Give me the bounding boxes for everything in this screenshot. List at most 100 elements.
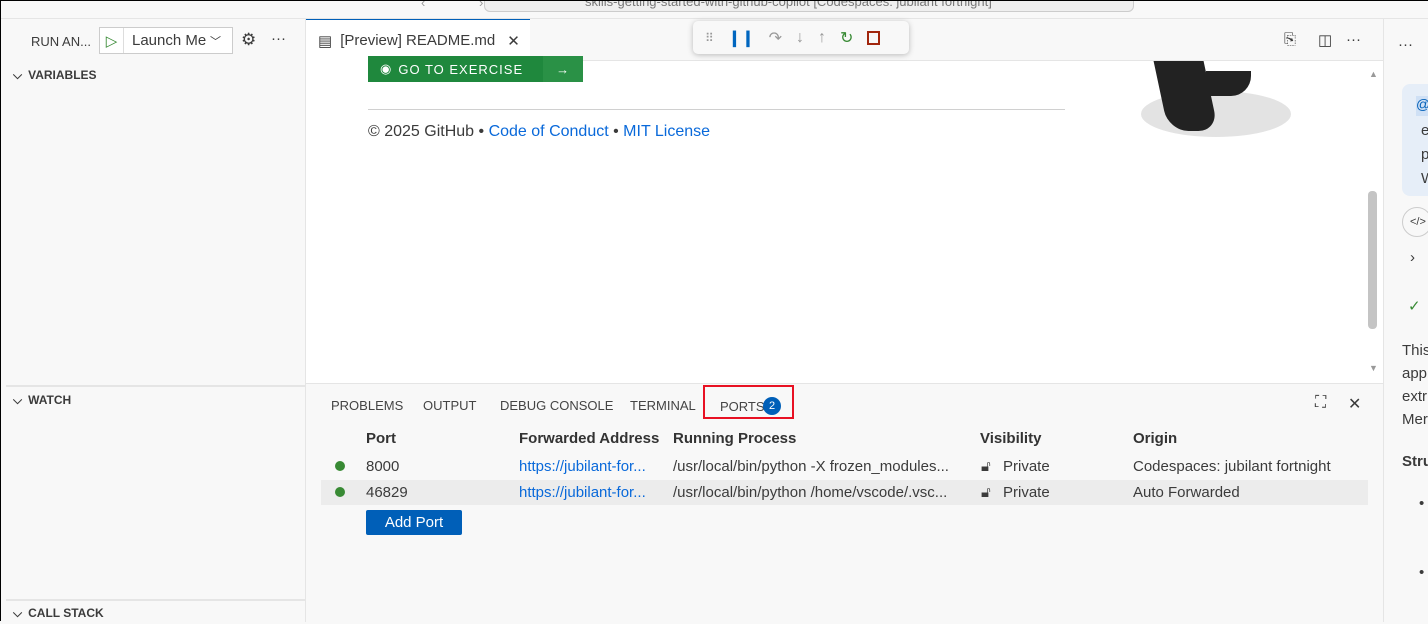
launch-config-select[interactable]: ▷ Launch Me ﹀ xyxy=(99,27,233,54)
tab-terminal[interactable]: TERMINAL xyxy=(630,398,696,413)
status-running-icon xyxy=(335,487,345,497)
forwarded-address-link[interactable]: https://jubilant-for... xyxy=(519,484,646,501)
variables-header: VARIABLES xyxy=(28,68,97,82)
running-process: /usr/local/bin/python -X frozen_modules.… xyxy=(673,458,949,475)
pause-icon[interactable]: ❙❙ xyxy=(728,28,755,48)
launch-config-label: Launch Me xyxy=(132,32,207,49)
add-port-button[interactable]: Add Port xyxy=(366,510,462,535)
gear-icon[interactable]: ⚙ xyxy=(241,30,256,50)
copyright-text: © 2025 GitHub • xyxy=(368,123,485,140)
variables-section[interactable]: ⌵ VARIABLES xyxy=(1,64,305,86)
horizontal-rule xyxy=(368,109,1065,110)
preview-icon: ▤ xyxy=(318,32,333,50)
divider xyxy=(6,599,305,601)
divider xyxy=(6,385,305,387)
scrollbar-thumb[interactable] xyxy=(1368,191,1377,329)
mit-license-link[interactable]: MIT License xyxy=(623,123,710,140)
more-actions-icon[interactable]: ··· xyxy=(1398,36,1413,53)
column-forwarded-address[interactable]: Forwarded Address xyxy=(519,430,659,447)
tab-problems[interactable]: PROBLEMS xyxy=(331,398,403,413)
check-icon: ✓ xyxy=(1408,298,1421,315)
close-panel-icon[interactable]: ✕ xyxy=(1348,394,1361,414)
step-over-icon[interactable]: ↷ xyxy=(769,28,782,48)
column-origin[interactable]: Origin xyxy=(1133,430,1177,447)
drag-handle-icon[interactable]: ⠿ xyxy=(705,31,714,45)
code-icon[interactable]: </> xyxy=(1402,207,1428,237)
mention-icon: @ xyxy=(1416,96,1428,116)
open-source-icon[interactable]: ⎘ xyxy=(1284,31,1296,48)
stop-icon[interactable] xyxy=(867,30,881,45)
editor-area: ▤ [Preview] README.md ✕ ⠿ ❙❙ ↷ ↓ ↑ ↻ ⎘ ◫… xyxy=(306,19,1383,383)
call-stack-header: CALL STACK xyxy=(28,606,104,620)
chevron-right-icon[interactable]: › xyxy=(1410,249,1415,266)
bullet: • xyxy=(1419,564,1425,581)
running-process: /usr/local/bin/python /home/vscode/.vsc.… xyxy=(673,484,948,501)
chevron-down-icon: ⌵ xyxy=(13,67,23,82)
start-debug-icon[interactable]: ▷ xyxy=(100,28,124,53)
run-debug-sidebar: RUN AN... ▷ Launch Me ﹀ ⚙ ··· ⌵ VARIABLES… xyxy=(1,19,306,622)
watch-header: WATCH xyxy=(28,393,72,407)
tab-output[interactable]: OUTPUT xyxy=(423,398,476,413)
chat-text: app xyxy=(1402,365,1428,382)
chat-pane: ··· @ ex pı W </> › ✓ This app extr Mer … xyxy=(1383,19,1428,622)
title-bar: ‹ › skills-getting-started-with-github-c… xyxy=(1,1,1428,19)
scroll-down-icon[interactable]: ▼ xyxy=(1369,363,1378,373)
chevron-down-icon: ﹀ xyxy=(210,35,221,48)
port-number: 46829 xyxy=(366,484,408,501)
chat-text: extr xyxy=(1402,388,1428,405)
scroll-up-icon[interactable]: ▲ xyxy=(1369,69,1378,79)
octocat-image xyxy=(1141,61,1291,139)
more-actions-icon[interactable]: ··· xyxy=(1346,31,1361,48)
chat-text: pı xyxy=(1421,146,1428,163)
forwarded-address-link[interactable]: https://jubilant-for... xyxy=(519,458,646,475)
tab-bar: ▤ [Preview] README.md ✕ ⠿ ❙❙ ↷ ↓ ↑ ↻ ⎘ ◫… xyxy=(306,19,1383,61)
step-into-icon[interactable]: ↓ xyxy=(796,29,804,47)
step-out-icon[interactable]: ↑ xyxy=(818,29,826,47)
arrow-icon: → xyxy=(543,56,583,82)
maximize-panel-icon[interactable]: ⛶ xyxy=(1315,394,1326,412)
go-button-label: GO TO EXERCISE xyxy=(398,61,524,77)
tab-label: [Preview] README.md xyxy=(340,32,496,49)
chat-text: Mer xyxy=(1402,411,1428,428)
port-row[interactable]: 8000 https://jubilant-for... /usr/local/… xyxy=(321,454,1368,479)
tab-readme-preview[interactable]: ▤ [Preview] README.md ✕ xyxy=(306,19,530,61)
ports-count-badge: 2 xyxy=(763,397,781,415)
chevron-down-icon: ⌵ xyxy=(13,605,23,620)
go-to-exercise-button[interactable]: ◉ GO TO EXERCISE → xyxy=(368,56,583,82)
readme-footer: © 2025 GitHub • Code of Conduct • MIT Li… xyxy=(368,123,710,141)
ports-tab-label: PORTS xyxy=(720,399,765,414)
column-port[interactable]: Port xyxy=(366,430,396,447)
port-row[interactable]: 46829 https://jubilant-for... /usr/local… xyxy=(321,480,1368,505)
port-number: 8000 xyxy=(366,458,400,475)
visibility: Private xyxy=(1003,458,1050,475)
chat-text: ex xyxy=(1421,122,1428,139)
lock-icon: 🔓︎ xyxy=(981,484,991,501)
origin: Auto Forwarded xyxy=(1133,484,1240,501)
split-editor-icon[interactable]: ◫ xyxy=(1318,31,1332,49)
restart-icon[interactable]: ↻ xyxy=(840,28,853,48)
code-of-conduct-link[interactable]: Code of Conduct xyxy=(489,123,609,140)
tab-debug-console[interactable]: DEBUG CONSOLE xyxy=(500,398,613,413)
tab-ports[interactable]: PORTS 2 xyxy=(703,385,794,419)
lock-icon: 🔓︎ xyxy=(981,458,991,475)
separator: • xyxy=(613,123,619,140)
chat-text: W xyxy=(1421,170,1428,187)
run-and-debug-title: RUN AN... xyxy=(31,34,91,49)
more-actions-icon[interactable]: ··· xyxy=(271,30,286,47)
bottom-panel: PROBLEMS OUTPUT DEBUG CONSOLE TERMINAL P… xyxy=(306,383,1383,622)
status-running-icon xyxy=(335,461,345,471)
chat-text: This xyxy=(1402,342,1428,359)
close-icon[interactable]: ✕ xyxy=(507,32,520,50)
watch-section[interactable]: ⌵ WATCH xyxy=(1,389,305,411)
column-visibility[interactable]: Visibility xyxy=(980,430,1041,447)
chevron-down-icon: ⌵ xyxy=(13,392,23,407)
visibility: Private xyxy=(1003,484,1050,501)
github-icon: ◉ xyxy=(380,61,393,76)
bullet: • xyxy=(1419,495,1425,512)
command-center[interactable]: skills-getting-started-with-github-copil… xyxy=(484,1,1134,12)
debug-toolbar: ⠿ ❙❙ ↷ ↓ ↑ ↻ xyxy=(693,21,909,54)
window-title: skills-getting-started-with-github-copil… xyxy=(585,1,992,9)
column-running-process[interactable]: Running Process xyxy=(673,430,796,447)
chat-message-bubble: @ ex pı W xyxy=(1402,84,1428,196)
chat-heading: Stru xyxy=(1402,453,1428,470)
